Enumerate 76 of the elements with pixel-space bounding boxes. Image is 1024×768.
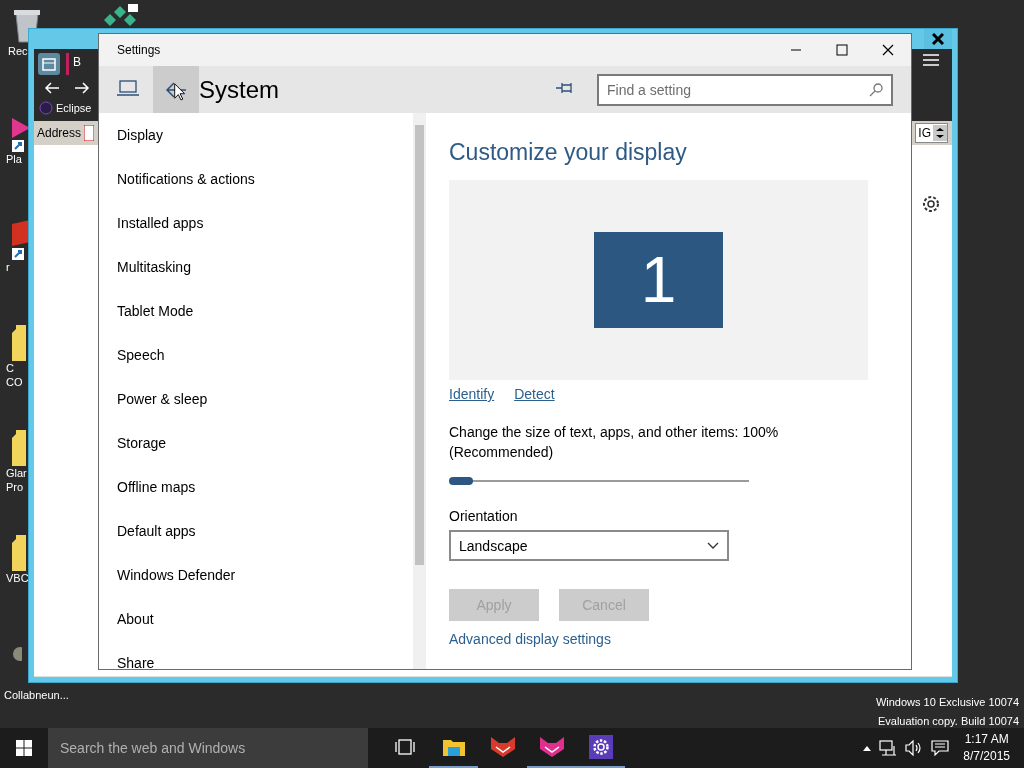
advanced-settings-link[interactable]: Advanced display settings xyxy=(449,631,611,647)
nav-item[interactable]: Tablet Mode xyxy=(106,289,413,333)
page-heading: System xyxy=(199,75,280,104)
search-field[interactable]: Search the web and Windows xyxy=(48,728,368,768)
laptop-icon xyxy=(117,79,139,96)
app-icon xyxy=(12,646,22,662)
spin-field[interactable]: IG xyxy=(915,123,948,143)
chevron-down-icon xyxy=(707,541,719,550)
orientation-dropdown[interactable]: Landscape xyxy=(449,530,729,561)
fox-icon xyxy=(490,737,515,757)
back-button[interactable] xyxy=(153,66,199,113)
folder-icon xyxy=(12,325,26,361)
caret-up-icon[interactable] xyxy=(863,745,872,751)
icon-label: Collabneun... xyxy=(3,688,69,702)
close-button[interactable] xyxy=(924,29,952,49)
clock-date[interactable]: 8/7/2015 xyxy=(963,748,1010,765)
pdf-icon xyxy=(84,125,95,141)
nav-item[interactable]: Share xyxy=(106,641,413,669)
nav-item[interactable]: Storage xyxy=(106,421,413,465)
close-icon xyxy=(882,44,894,56)
folder-icon xyxy=(442,738,465,756)
search-icon xyxy=(869,82,883,97)
spinner-icon[interactable] xyxy=(933,125,947,141)
bookmark-link[interactable]: Eclipse xyxy=(56,102,92,114)
nav-item[interactable]: Windows Defender xyxy=(106,553,413,597)
tab-preview-icon[interactable] xyxy=(38,53,60,75)
icon-label: Glar xyxy=(5,466,27,480)
icon-label: Pro xyxy=(5,480,24,494)
task-view-icon xyxy=(394,739,415,755)
notification-icon[interactable] xyxy=(931,740,950,756)
nav-item[interactable]: Notifications & actions xyxy=(106,157,413,201)
nav-item[interactable]: Installed apps xyxy=(106,201,413,245)
nav-item[interactable]: Display xyxy=(106,113,413,157)
monitor-tile[interactable]: 1 xyxy=(594,232,723,328)
window-title: Settings xyxy=(116,43,162,57)
volume-icon[interactable] xyxy=(905,740,924,756)
menu-icon[interactable] xyxy=(923,53,939,67)
icon-label: VBC xyxy=(5,571,29,585)
nav-item[interactable]: Speech xyxy=(106,333,413,377)
nav-item[interactable]: Offline maps xyxy=(106,465,413,509)
nav-item[interactable]: Multitasking xyxy=(106,245,413,289)
scale-label: Change the size of text, apps, and other items: 100% (Recommended) xyxy=(449,423,780,462)
shortcut-icon xyxy=(12,118,30,152)
fox-icon xyxy=(539,737,564,757)
settings-icon[interactable] xyxy=(922,195,940,213)
slider-thumb[interactable] xyxy=(449,477,473,485)
icon-label: CO xyxy=(5,375,23,389)
settings-icon xyxy=(588,735,613,759)
network-icon[interactable] xyxy=(879,740,898,756)
back-arrow-icon[interactable] xyxy=(44,81,60,95)
clock-time[interactable]: 1:17 AM xyxy=(964,731,1009,748)
scrollbar[interactable] xyxy=(413,113,426,669)
icon-label: Pla xyxy=(5,152,22,166)
watermark-text: Windows 10 Exclusive 10074 xyxy=(875,695,1019,710)
circle-icon xyxy=(39,101,53,115)
folder-icon xyxy=(12,535,26,571)
section-heading: Customize your display xyxy=(449,139,687,166)
address-label: Address xyxy=(37,126,82,140)
orientation-label: Orientation xyxy=(449,508,518,524)
close-icon xyxy=(932,32,944,45)
icon-label: Rec xyxy=(7,44,28,58)
pin-icon[interactable] xyxy=(555,80,575,95)
icon-label: C xyxy=(5,361,14,375)
search-field[interactable]: Find a setting xyxy=(597,73,893,106)
nav-item[interactable]: About xyxy=(106,597,413,641)
maximize-icon xyxy=(836,44,848,56)
folder-icon xyxy=(12,430,26,466)
icon-label: r xyxy=(5,260,10,274)
link[interactable]: Detect xyxy=(514,386,555,402)
link[interactable]: Identify xyxy=(449,386,495,402)
scale-slider[interactable] xyxy=(449,474,749,488)
nav-item[interactable]: Default apps xyxy=(106,509,413,553)
windows-logo-icon xyxy=(16,740,32,756)
watermark-text: Evaluation copy. Build 10074 xyxy=(877,714,1019,729)
nav-item[interactable]: Power & sleep xyxy=(106,377,413,421)
forward-arrow-icon[interactable] xyxy=(74,81,90,95)
